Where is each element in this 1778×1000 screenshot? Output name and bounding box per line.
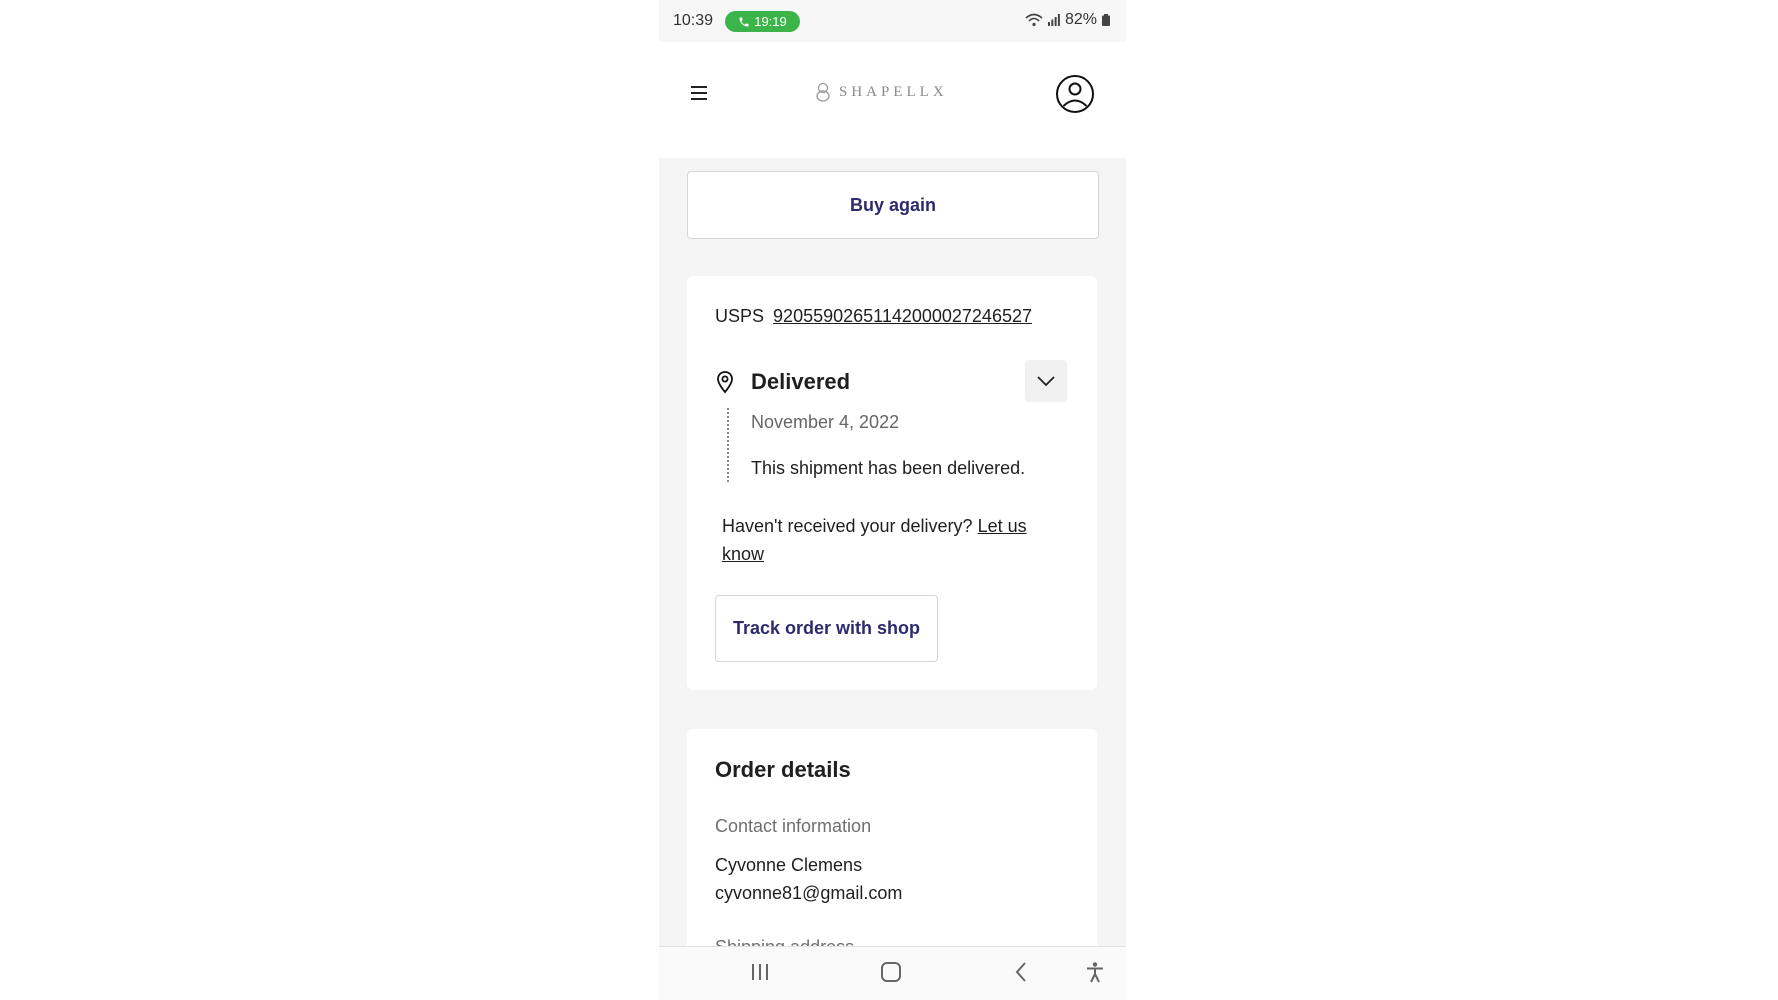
track-order-button[interactable]: Track order with shop xyxy=(715,595,938,662)
brand-name: SHAPELLX xyxy=(839,83,948,100)
tracking-number-link[interactable]: 92055902651142000027246527 xyxy=(773,306,1032,326)
not-received-notice: Haven't received your delivery? Let us k… xyxy=(722,512,1062,568)
phone-icon xyxy=(739,17,749,26)
status-bar: 10:39 19:19 82% xyxy=(659,0,1126,42)
event-date: November 4, 2022 xyxy=(751,412,900,432)
not-received-text: Haven't received your delivery? xyxy=(722,516,973,536)
carrier-name: USPS xyxy=(715,306,765,326)
home-icon[interactable] xyxy=(880,961,902,988)
location-pin-icon xyxy=(717,371,733,394)
battery-percent: 82% xyxy=(1064,11,1097,28)
brand-logo[interactable]: SHAPELLX xyxy=(815,82,948,102)
order-status-content[interactable]: Buy again USPS 9205590265114200002724652… xyxy=(659,158,1126,946)
order-details-card: Order details Contact information Cyvonn… xyxy=(687,729,1097,946)
status-time: 10:39 xyxy=(673,12,714,29)
logo-mark-icon xyxy=(816,82,830,102)
recent-apps-icon[interactable] xyxy=(749,961,771,988)
system-nav-bar xyxy=(659,946,1126,1000)
status-indicators: 82% xyxy=(1025,11,1110,29)
signal-icon xyxy=(1047,14,1060,26)
accessibility-icon[interactable] xyxy=(1084,961,1106,988)
call-duration-badge[interactable]: 19:19 xyxy=(725,11,800,32)
battery-icon xyxy=(1102,14,1110,26)
hamburger-menu-icon[interactable] xyxy=(689,82,711,104)
event-description: This shipment has been delivered. xyxy=(751,458,1026,478)
chevron-down-icon xyxy=(1037,376,1055,387)
back-icon[interactable] xyxy=(1011,961,1033,988)
shipment-status: Delivered xyxy=(751,369,851,394)
timeline-line xyxy=(727,408,729,482)
contact-info-label: Contact information xyxy=(715,816,872,836)
order-details-title: Order details xyxy=(715,757,851,782)
expand-tracking-button[interactable] xyxy=(1025,360,1067,402)
contact-name: Cyvonne Clemens xyxy=(715,855,863,875)
wifi-icon xyxy=(1025,13,1043,27)
contact-email: cyvonne81@gmail.com xyxy=(715,883,903,903)
carrier-line: USPS 92055902651142000027246527 xyxy=(715,306,1032,327)
call-duration: 19:19 xyxy=(754,14,787,29)
shipping-address-label: Shipping address xyxy=(715,937,854,946)
phone-screen: 10:39 19:19 82% SHAPELLX Buy again USPS … xyxy=(659,0,1126,1000)
buy-again-button[interactable]: Buy again xyxy=(687,171,1099,239)
shipment-card: USPS 92055902651142000027246527 Delivere… xyxy=(687,276,1097,690)
user-account-icon[interactable] xyxy=(1055,74,1095,114)
site-header: SHAPELLX xyxy=(659,42,1126,158)
